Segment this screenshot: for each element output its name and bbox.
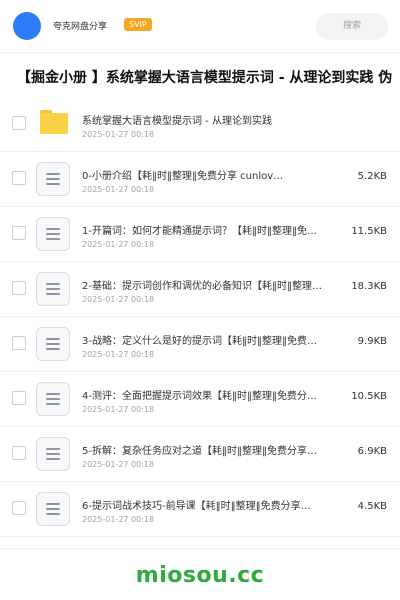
checkbox[interactable] [12, 501, 26, 515]
file-name: 1-开篇词：如何才能精通提示词？【耗‖时‖整理‖免… [82, 226, 317, 237]
file-name: 4-测评：全面把握提示词效果【耗‖时‖整理‖免费分… [82, 391, 317, 402]
watermark: miosou.cc [135, 563, 265, 588]
checkbox[interactable] [12, 281, 26, 295]
file-name: 5-拆解：复杂任务应对之道【耗‖时‖整理‖免费分享… [82, 446, 317, 457]
checkbox[interactable] [12, 336, 26, 350]
brand-name: 夸克网盘分享 [53, 22, 108, 32]
file-name: 2-基础：提示词创作和调优的必备知识【耗‖时‖整理… [82, 281, 322, 292]
file-name: 系统掌握大语言模型提示词 - 从理论到实践 [82, 116, 272, 127]
file-name: 3-战略：定义什么是好的提示词【耗‖时‖整理‖免费… [82, 336, 317, 347]
checkbox[interactable] [12, 116, 26, 130]
file-size: 9.9KB [357, 336, 387, 347]
file-list: 系统掌握大语言模型提示词 - 从理论到实践 2025-01-27 00:18 0… [0, 97, 400, 537]
file-size: 5.2KB [357, 171, 387, 182]
divider [0, 548, 400, 549]
file-size: 10.5KB [351, 391, 387, 402]
list-item[interactable]: 4-测评：全面把握提示词效果【耗‖时‖整理‖免费分… 2025-01-27 00… [0, 372, 400, 427]
file-date: 2025-01-27 00:18 [82, 295, 155, 304]
folder-icon [40, 110, 68, 134]
list-item[interactable]: 1-开篇词：如何才能精通提示词？【耗‖时‖整理‖免… 2025-01-27 00… [0, 207, 400, 262]
file-name: 6-提示词战术技巧-前导课【耗‖时‖整理‖免费分享… [82, 501, 311, 512]
list-item[interactable]: 6-提示词战术技巧-前导课【耗‖时‖整理‖免费分享… 2025-01-27 00… [0, 482, 400, 537]
svip-badge: SVIP [124, 18, 152, 31]
share-page: 夸克网盘分享 SVIP 搜索 【掘金小册 】系统掌握大语言模型提示词 - 从理论… [0, 0, 400, 600]
document-icon [36, 162, 70, 196]
file-date: 2025-01-27 00:18 [82, 515, 155, 524]
file-size: 18.3KB [351, 281, 387, 292]
search-button[interactable]: 搜索 [316, 13, 388, 40]
document-icon [36, 217, 70, 251]
file-date: 2025-01-27 00:18 [82, 240, 155, 249]
list-item[interactable]: 5-拆解：复杂任务应对之道【耗‖时‖整理‖免费分享… 2025-01-27 00… [0, 427, 400, 482]
checkbox[interactable] [12, 226, 26, 240]
list-item[interactable]: 0-小册介绍【耗‖时‖整理‖免费分享 cunlov… 2025-01-27 00… [0, 152, 400, 207]
document-icon [36, 492, 70, 526]
file-size: 11.5KB [351, 226, 387, 237]
list-item[interactable]: 系统掌握大语言模型提示词 - 从理论到实践 2025-01-27 00:18 [0, 97, 400, 152]
file-date: 2025-01-27 00:18 [82, 350, 155, 359]
document-icon [36, 272, 70, 306]
file-date: 2025-01-27 00:18 [82, 185, 155, 194]
page-title: 【掘金小册 】系统掌握大语言模型提示词 - 从理论到实践 伪 [17, 70, 393, 86]
file-date: 2025-01-27 00:18 [82, 405, 155, 414]
checkbox[interactable] [12, 446, 26, 460]
document-icon [36, 437, 70, 471]
checkbox[interactable] [12, 391, 26, 405]
document-icon [36, 327, 70, 361]
avatar[interactable] [13, 12, 41, 40]
checkbox[interactable] [12, 171, 26, 185]
file-size: 6.9KB [357, 446, 387, 457]
title-bar: 【掘金小册 】系统掌握大语言模型提示词 - 从理论到实践 伪 [0, 52, 400, 98]
list-item[interactable]: 2-基础：提示词创作和调优的必备知识【耗‖时‖整理… 2025-01-27 00… [0, 262, 400, 317]
file-date: 2025-01-27 00:18 [82, 460, 155, 469]
file-name: 0-小册介绍【耗‖时‖整理‖免费分享 cunlov… [82, 171, 284, 182]
file-date: 2025-01-27 00:18 [82, 130, 155, 139]
header: 夸克网盘分享 SVIP 搜索 [0, 0, 400, 52]
document-icon [36, 382, 70, 416]
list-item[interactable]: 3-战略：定义什么是好的提示词【耗‖时‖整理‖免费… 2025-01-27 00… [0, 317, 400, 372]
file-size: 4.5KB [357, 501, 387, 512]
